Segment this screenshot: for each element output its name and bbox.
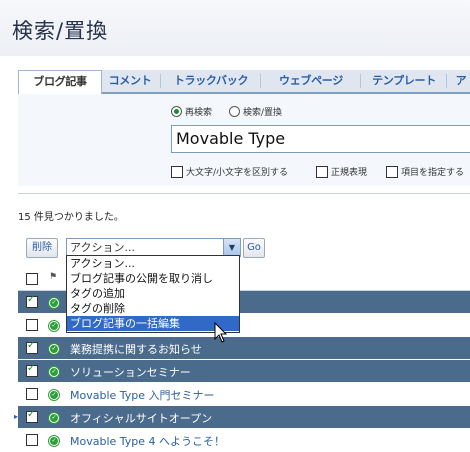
published-status-icon: ✓ [49,321,59,331]
row-checkbox[interactable] [26,294,38,308]
entry-title-link[interactable]: オフィシャルサイトオープン [70,410,212,426]
row-checkbox[interactable] [26,319,38,331]
published-status-icon: ✓ [49,413,59,423]
entry-title-link[interactable]: Movable Type 4 へようこそ！ [70,433,225,449]
action-select-value: アクション... [70,241,135,254]
mouse-cursor-icon [214,322,228,343]
dropdown-option[interactable]: アクション... [67,256,239,271]
radio-search-label: 再検索 [185,108,213,118]
tab-comments[interactable]: コメント [104,70,156,92]
row-checkbox[interactable] [26,340,38,354]
search-panel: 再検索 検索/置換 Movable Type 大文字/小文字を区別する 正規表現… [18,94,470,186]
tab-separator [260,74,261,88]
table-row[interactable]: ✓ ソリューションセミナー [18,360,470,382]
table-row[interactable]: ▸ ✓ オフィシャルサイトオープン [14,406,470,428]
radio-replace-dot[interactable] [229,106,240,117]
table-row[interactable]: ✓ Movable Type 4 へようこそ！ [18,429,470,451]
search-input[interactable]: Movable Type [171,125,470,153]
published-status-icon: ✓ [49,390,59,400]
result-count: 15 件見つかりました。 [18,212,124,223]
flag-icon: ⚑ [49,272,58,282]
row-pointer-icon: ▸ [14,412,19,421]
row-checkbox[interactable] [26,363,38,377]
tab-more[interactable]: ア [452,70,470,92]
divider [18,193,470,194]
radio-search[interactable]: 再検索 [171,105,212,118]
entry-title-link[interactable]: ソリューションセミナー [70,364,191,380]
select-all-checkbox[interactable] [26,273,38,285]
published-status-icon: ✓ [49,367,59,377]
tab-templates[interactable]: テンプレート [366,70,442,92]
radio-replace-label: 検索/置換 [243,108,283,118]
tab-webpages[interactable]: ウェブページ [266,70,356,92]
dropdown-option[interactable]: タグの削除 [67,301,239,316]
specify-fields-checkbox[interactable] [386,165,398,178]
page-title: 検索/置換 [12,19,109,43]
published-status-icon: ✓ [49,344,59,354]
row-checkbox[interactable] [26,434,38,446]
row-checkbox[interactable] [26,388,38,400]
case-sensitive-checkbox[interactable] [171,165,183,178]
radio-replace[interactable]: 検索/置換 [229,105,282,118]
tab-bar: ブログ記事 コメント トラックバック ウェブページ テンプレート ア [18,70,470,94]
entry-title-link[interactable]: 業務提携に関するお知らせ [70,341,202,357]
page-header: 検索/置換 [0,0,470,56]
published-status-icon: ✓ [49,436,59,446]
regex-checkbox[interactable] [316,165,328,178]
option-specify-fields[interactable]: 項目を指定する [386,165,464,178]
chevron-down-icon[interactable]: ▼ [223,239,240,256]
tab-separator [160,74,161,88]
row-checkbox[interactable] [26,409,38,423]
option-case-sensitive[interactable]: 大文字/小文字を区別する [171,165,288,178]
case-sensitive-label: 大文字/小文字を区別する [186,168,289,178]
dropdown-option[interactable]: ブログ記事の公開を取り消し [67,271,239,286]
regex-label: 正規表現 [331,168,368,178]
tab-separator [360,74,361,88]
table-row[interactable]: ✓ Movable Type 入門セミナー [18,383,470,405]
table-row[interactable]: ✓ 業務提携に関するお知らせ [18,337,470,359]
specify-fields-label: 項目を指定する [401,168,465,178]
go-button[interactable]: Go [243,238,265,258]
tab-separator [446,74,447,88]
entry-title-link[interactable]: Movable Type 入門セミナー [70,387,215,403]
radio-search-dot[interactable] [171,106,182,117]
dropdown-option[interactable]: タグの追加 [67,286,239,301]
option-regex[interactable]: 正規表現 [316,165,367,178]
tab-entries[interactable]: ブログ記事 [18,70,102,94]
published-status-icon: ✓ [49,298,59,308]
delete-button[interactable]: 削除 [26,238,58,258]
tab-trackbacks[interactable]: トラックバック [166,70,256,92]
